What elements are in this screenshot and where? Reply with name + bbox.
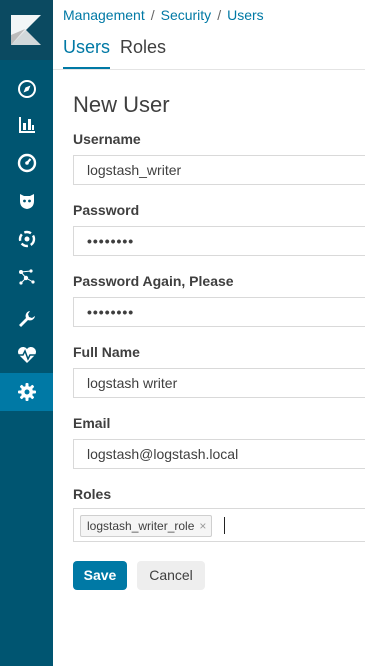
save-button[interactable]: Save [73,561,127,590]
breadcrumb-management[interactable]: Management [63,7,145,23]
gear-icon [17,383,36,401]
password-label: Password [73,202,140,218]
password-field[interactable]: •••••••• [73,226,365,256]
nav-dev-tools[interactable] [0,300,53,338]
nav-machine-learning[interactable] [0,220,53,258]
timelion-icon [19,194,34,209]
sidebar [0,0,53,666]
compass-icon [17,80,36,98]
roles-label: Roles [73,486,112,502]
nav-graph[interactable] [0,258,53,296]
remove-role-icon[interactable]: × [199,519,206,533]
breadcrumb-separator: / [217,7,222,23]
cancel-button[interactable]: Cancel [137,561,205,590]
password-again-label: Password Again, Please [73,273,234,289]
machine-learning-icon [18,230,35,248]
nav-discover[interactable] [0,70,53,108]
role-chip-label: logstash_writer_role [87,519,195,533]
username-field[interactable]: logstash_writer [73,155,365,185]
dashboard-icon [17,153,36,173]
kibana-logo-icon [11,15,41,45]
graph-icon [18,269,35,285]
password-again-field[interactable]: •••••••• [73,297,365,327]
tabs: Users Roles [63,37,176,69]
heartbeat-icon [17,347,36,363]
page-title: New User [73,92,170,117]
nav-dashboard[interactable] [0,144,53,182]
wrench-icon [18,311,35,327]
full-name-field[interactable]: logstash writer [73,368,365,398]
breadcrumb: Management / Security / Users [63,7,264,23]
email-label: Email [73,415,111,431]
nav-monitoring[interactable] [0,336,53,374]
nav-timelion[interactable] [0,182,53,220]
tab-users[interactable]: Users [63,37,111,69]
role-chip: logstash_writer_role × [80,515,213,537]
tab-roles[interactable]: Roles [120,37,166,69]
tabs-divider [53,69,365,70]
nav-management[interactable] [0,373,53,411]
kibana-logo[interactable] [0,0,53,60]
username-label: Username [73,131,141,147]
roles-input[interactable]: logstash_writer_role × [73,508,365,542]
nav-visualize[interactable] [0,106,53,144]
email-field[interactable]: logstash@logstash.local [73,439,365,469]
breadcrumb-security[interactable]: Security [161,7,212,23]
breadcrumb-users[interactable]: Users [227,7,264,23]
full-name-label: Full Name [73,344,140,360]
bar-chart-icon [18,117,35,133]
text-cursor [224,517,225,534]
main-content: Management / Security / Users Users Roles Ne… [53,0,365,666]
breadcrumb-separator: / [150,7,155,23]
